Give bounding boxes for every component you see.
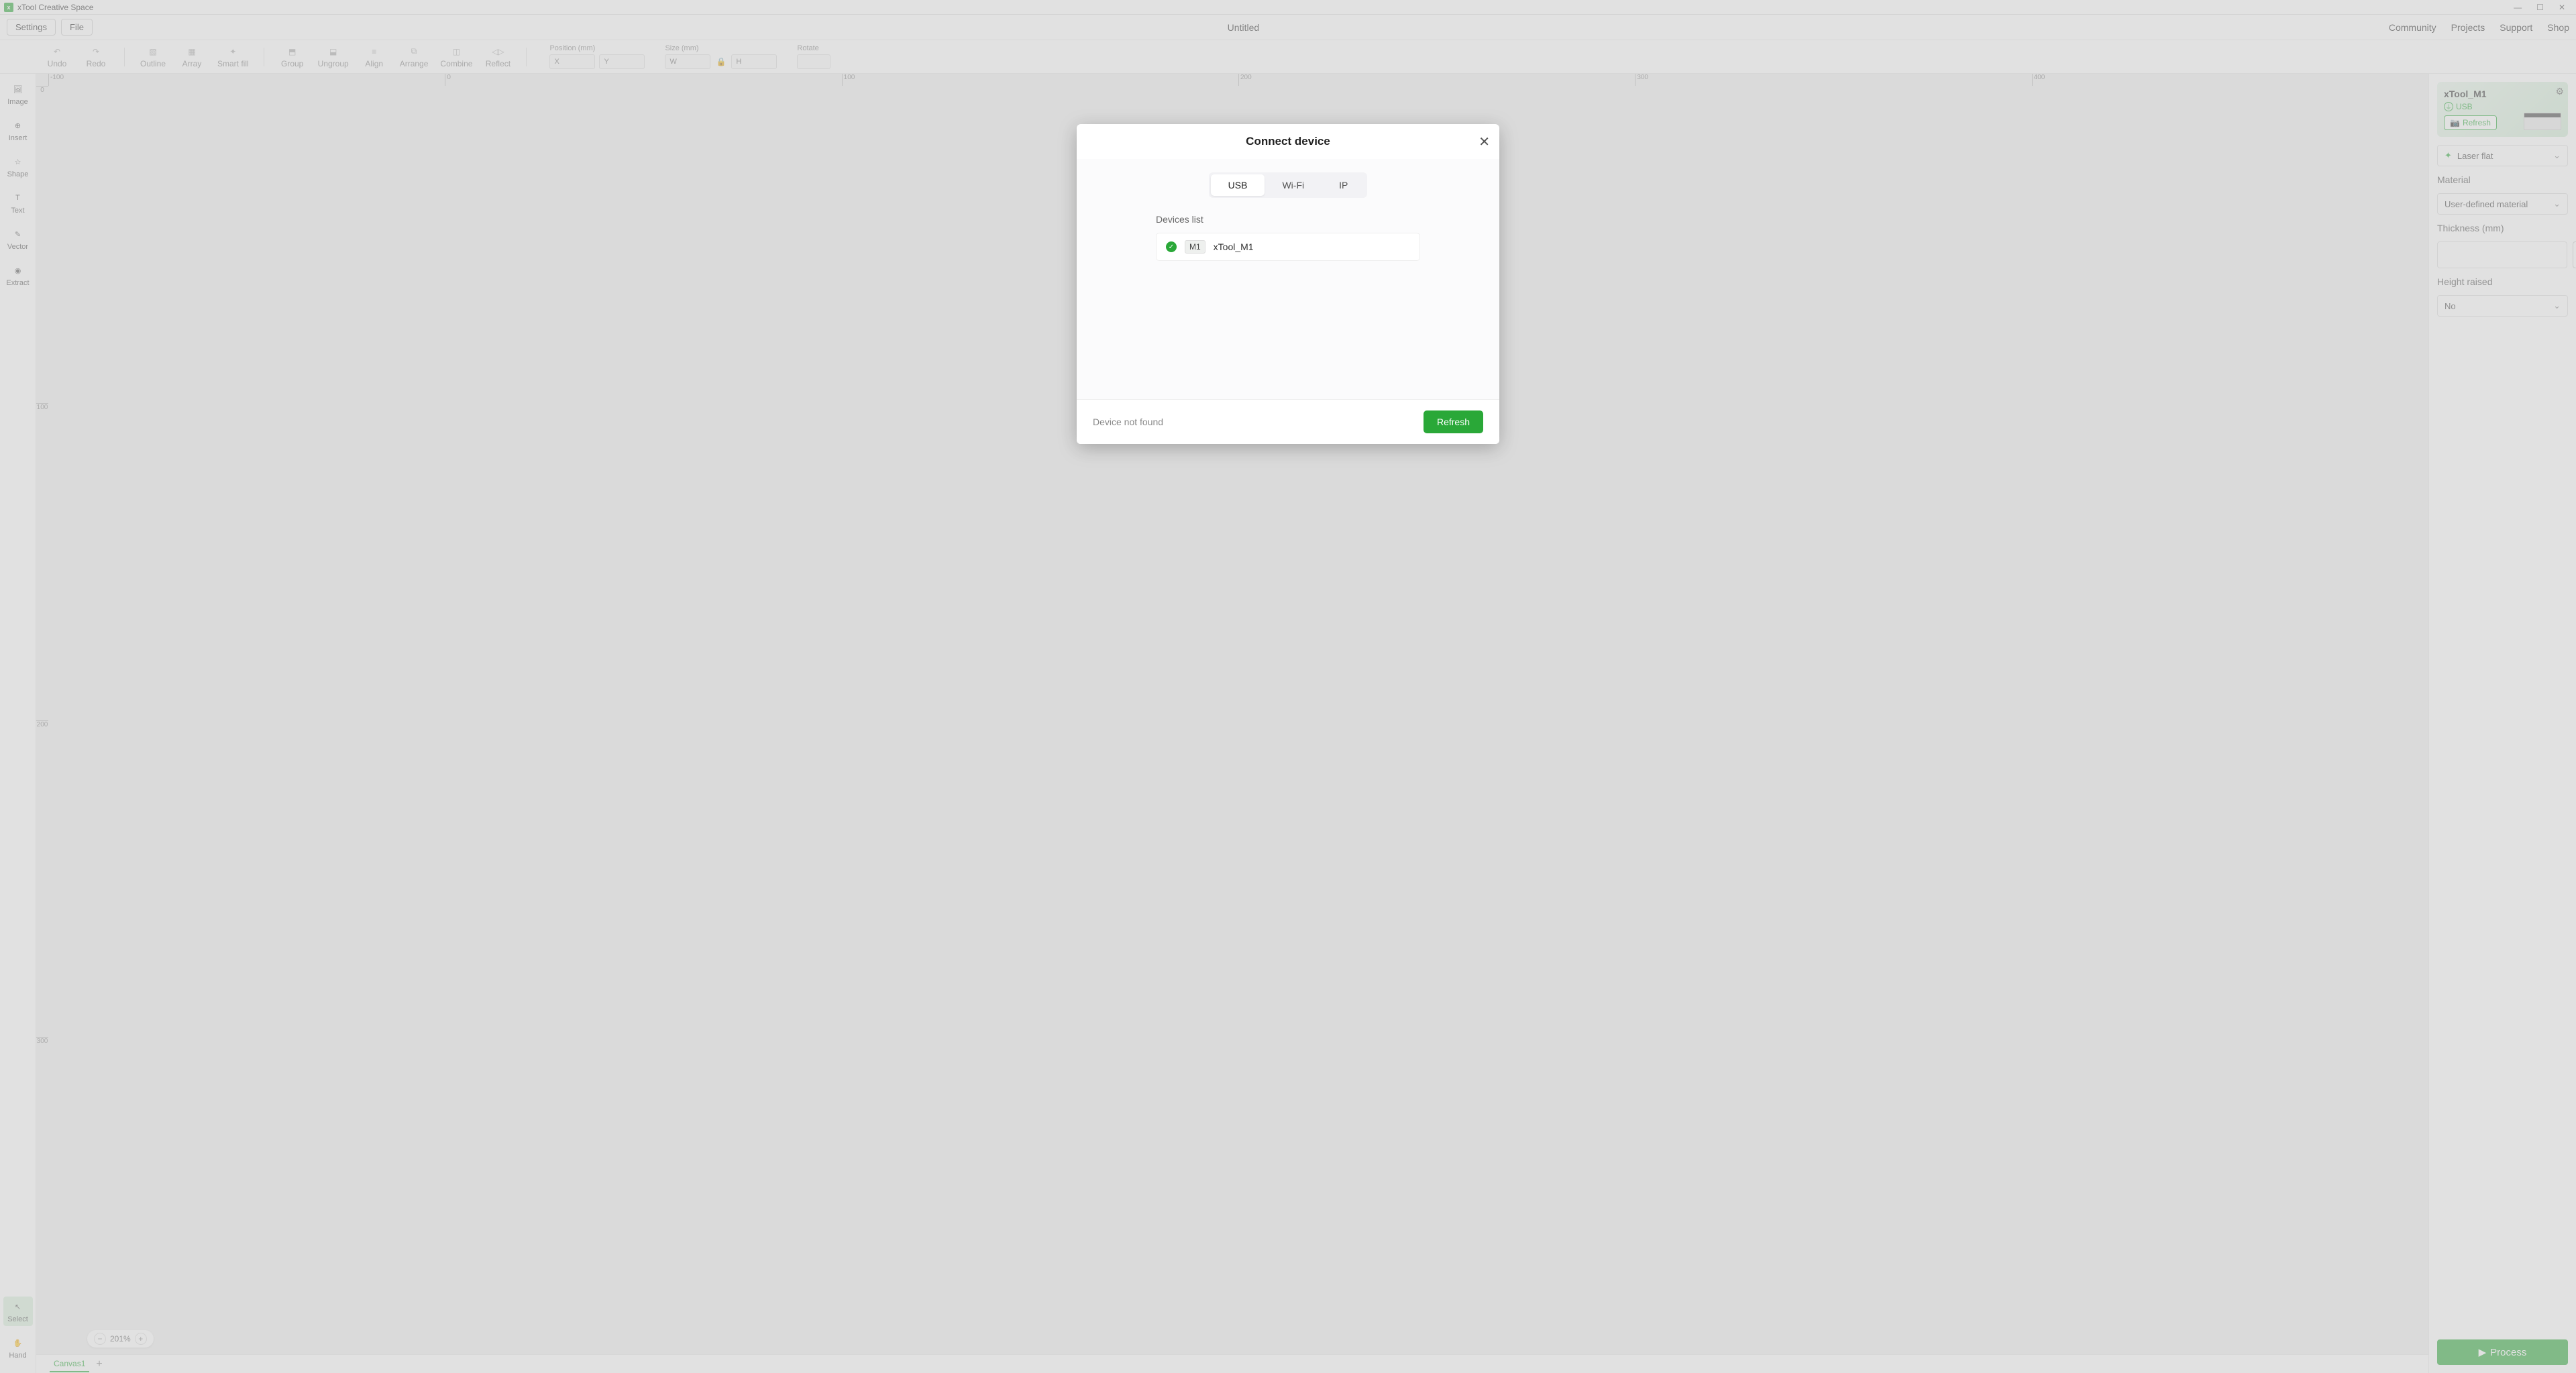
- device-badge: M1: [1185, 240, 1205, 254]
- check-icon: ✓: [1166, 241, 1177, 252]
- modal-overlay[interactable]: Connect device ✕ USB Wi-Fi IP Devices li…: [0, 0, 2576, 1373]
- device-list-item[interactable]: ✓ M1 xTool_M1: [1156, 233, 1420, 261]
- connect-device-modal: Connect device ✕ USB Wi-Fi IP Devices li…: [1077, 124, 1499, 444]
- tab-wifi[interactable]: Wi-Fi: [1265, 174, 1322, 196]
- modal-refresh-button[interactable]: Refresh: [1424, 410, 1483, 433]
- devices-list-label: Devices list: [1104, 214, 1472, 225]
- modal-title: Connect device: [1090, 135, 1486, 148]
- tab-ip[interactable]: IP: [1322, 174, 1365, 196]
- device-item-name: xTool_M1: [1214, 241, 1254, 252]
- modal-close-button[interactable]: ✕: [1479, 133, 1490, 150]
- device-not-found-link[interactable]: Device not found: [1093, 417, 1163, 427]
- tab-usb[interactable]: USB: [1211, 174, 1265, 196]
- connection-tabs: USB Wi-Fi IP: [1209, 172, 1368, 198]
